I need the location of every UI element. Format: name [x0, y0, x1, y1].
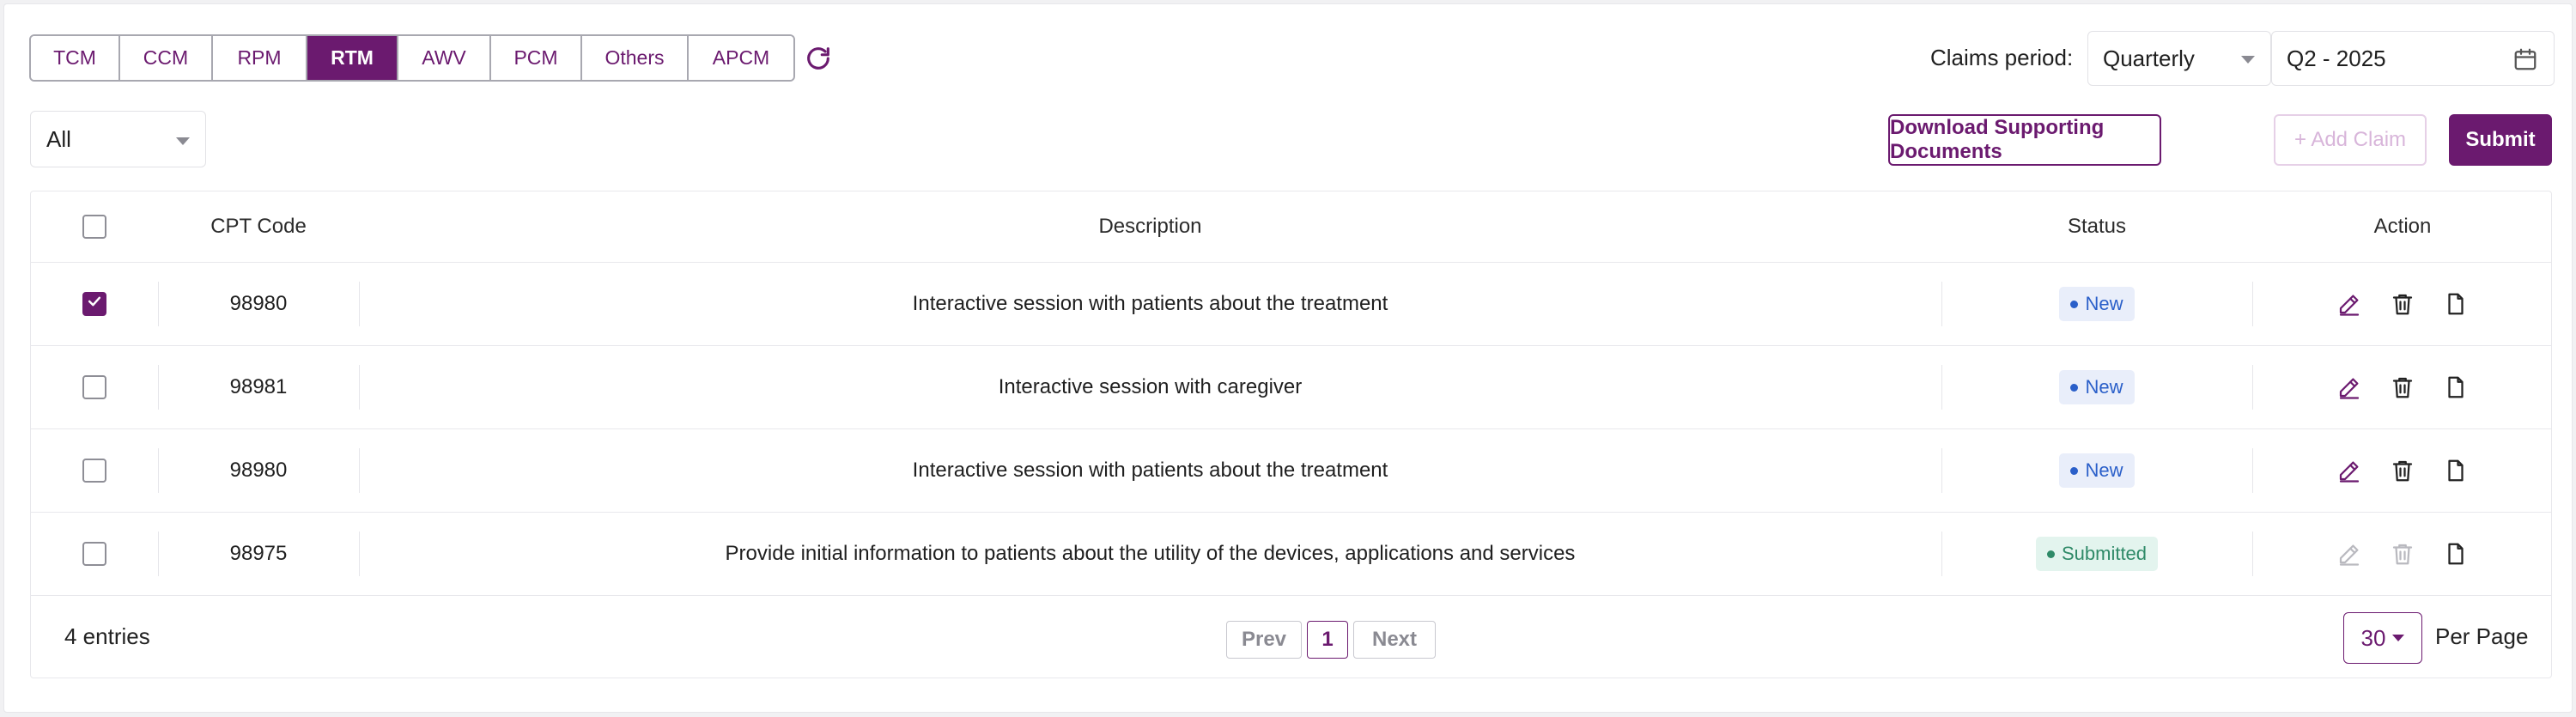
select-all-checkbox[interactable]	[82, 215, 106, 239]
tab-ccm[interactable]: CCM	[120, 36, 213, 80]
table-row: 98980 Interactive session with patients …	[31, 263, 2551, 346]
claims-period-label: Claims period:	[1930, 45, 2074, 70]
pagination: Prev 1 Next	[1226, 621, 1436, 659]
tab-awv[interactable]: AWV	[398, 36, 491, 80]
tab-apcm[interactable]: APCM	[689, 36, 793, 80]
row-checkbox[interactable]	[82, 375, 106, 399]
page-1-button[interactable]: 1	[1307, 621, 1348, 659]
prev-page-button[interactable]: Prev	[1226, 621, 1302, 659]
claims-table: CPT Code Description Status Action 98980…	[30, 191, 2552, 678]
description-cell: Interactive session with patients about …	[912, 292, 1388, 315]
row-checkbox[interactable]	[82, 459, 106, 483]
row-checkbox[interactable]	[82, 292, 106, 316]
document-icon[interactable]	[2441, 456, 2470, 485]
document-icon[interactable]	[2441, 539, 2470, 568]
claims-period-value: Quarterly	[2103, 45, 2195, 71]
edit-pencil-icon	[2335, 539, 2364, 568]
submit-button[interactable]: Submit	[2449, 114, 2552, 166]
table-header: CPT Code Description Status Action	[31, 191, 2551, 263]
claims-period-select[interactable]: Quarterly	[2087, 31, 2271, 86]
per-page-select[interactable]: 30	[2343, 612, 2422, 664]
check-icon	[86, 292, 103, 316]
cpt-code-cell: 98980	[229, 459, 288, 482]
cpt-code-cell: 98981	[229, 375, 288, 398]
tab-pcm[interactable]: PCM	[491, 36, 582, 80]
table-row: 98980 Interactive session with patients …	[31, 429, 2551, 513]
header-cpt-code: CPT Code	[210, 215, 307, 238]
next-page-button[interactable]: Next	[1353, 621, 1436, 659]
trash-icon[interactable]	[2388, 373, 2417, 402]
refresh-icon	[807, 47, 829, 70]
cpt-code-cell: 98980	[229, 292, 288, 315]
row-checkbox[interactable]	[82, 542, 106, 566]
status-badge: New	[2059, 453, 2135, 488]
status-dot	[2070, 300, 2079, 308]
description-cell: Interactive session with caregiver	[998, 375, 1303, 398]
status-text: New	[2085, 459, 2123, 481]
tab-rtm[interactable]: RTM	[307, 36, 398, 80]
cpt-code-cell: 98975	[229, 542, 288, 565]
description-cell: Provide initial information to patients …	[725, 542, 1576, 565]
calendar-icon	[2514, 48, 2537, 70]
chevron-down-icon	[2241, 56, 2255, 64]
trash-icon	[2388, 539, 2417, 568]
chevron-down-icon	[176, 137, 190, 145]
tab-rpm[interactable]: RPM	[213, 36, 307, 80]
claims-date-picker[interactable]: Q2 - 2025	[2271, 31, 2555, 86]
document-icon[interactable]	[2441, 373, 2470, 402]
status-filter-value: All	[46, 125, 71, 152]
edit-pencil-icon[interactable]	[2335, 289, 2364, 319]
table-row: 98981 Interactive session with caregiver…	[31, 346, 2551, 429]
status-dot	[2070, 466, 2079, 475]
status-filter-select[interactable]: All	[30, 111, 206, 167]
edit-pencil-icon[interactable]	[2335, 456, 2364, 485]
tab-tcm[interactable]: TCM	[31, 36, 120, 80]
status-text: Submitted	[2061, 543, 2148, 564]
status-text: New	[2085, 376, 2123, 398]
table-row: 98975 Provide initial information to pat…	[31, 513, 2551, 596]
refresh-button[interactable]	[803, 43, 834, 74]
status-text: New	[2085, 293, 2123, 314]
document-icon[interactable]	[2441, 289, 2470, 319]
trash-icon[interactable]	[2388, 456, 2417, 485]
trash-icon[interactable]	[2388, 289, 2417, 319]
program-tabs: TCM CCM RPM RTM AWV PCM Others APCM	[29, 34, 795, 82]
tab-others[interactable]: Others	[582, 36, 689, 80]
download-supporting-documents-button[interactable]: Download Supporting Documents	[1888, 114, 2161, 166]
claims-date-value: Q2 - 2025	[2287, 45, 2386, 71]
chevron-down-icon	[2392, 635, 2405, 641]
status-dot	[2070, 383, 2079, 392]
status-badge: New	[2059, 287, 2135, 321]
claims-panel: TCM CCM RPM RTM AWV PCM Others APCM Claims peri…	[3, 3, 2573, 713]
header-description: Description	[1098, 215, 1202, 238]
status-badge: New	[2059, 370, 2135, 404]
description-cell: Interactive session with patients about …	[912, 459, 1388, 482]
status-dot	[2046, 550, 2055, 558]
edit-pencil-icon[interactable]	[2335, 373, 2364, 402]
header-status: Status	[2067, 215, 2127, 238]
entries-count: 4 entries	[64, 623, 150, 649]
header-action: Action	[2373, 215, 2432, 238]
status-badge: Submitted	[2035, 537, 2159, 571]
per-page-value: 30	[2360, 624, 2386, 651]
table-footer: 4 entries Prev 1 Next 30 Per Page	[31, 595, 2551, 678]
per-page-label: Per Page	[2435, 623, 2529, 649]
add-claim-button[interactable]: + Add Claim	[2274, 114, 2427, 166]
